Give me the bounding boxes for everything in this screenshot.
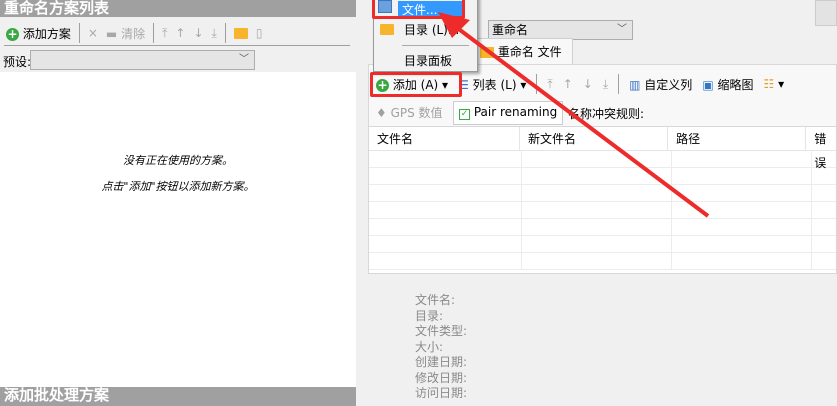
annotation-arrow [438,12,710,218]
